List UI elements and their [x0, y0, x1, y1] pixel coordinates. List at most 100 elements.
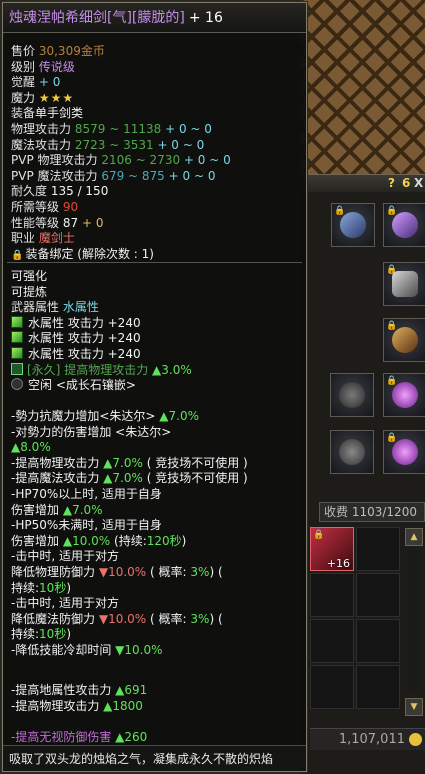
- phys-atk-value: 8579 ~ 11138: [74, 121, 162, 136]
- awaken-label: 觉醒: [11, 75, 36, 90]
- magic-stars: ★★★: [38, 90, 75, 105]
- inventory-slot[interactable]: [356, 573, 400, 617]
- price-label: 售价: [11, 44, 36, 58]
- effect-line: -HP50%未满时, 适用于自身: [11, 518, 162, 533]
- coin-icon: [409, 733, 422, 746]
- water-attack-line: 水属性 攻击力 +240: [28, 331, 141, 346]
- mag-atk-value: 2723 ~ 3531: [74, 137, 154, 152]
- equip-label: 装备: [11, 106, 36, 121]
- item-name: 烛魂涅帕希细剑[气][朦胧的]: [9, 10, 185, 26]
- pvp-mag-value: 679 ~ 875: [101, 168, 165, 183]
- divider: [7, 262, 302, 263]
- equip-slot-6[interactable]: [330, 373, 374, 417]
- bonus-line: -提高物理攻击力 ▲1800: [11, 698, 143, 713]
- effect-line: ▲8.0%: [11, 440, 51, 455]
- enhance-level: + 16: [188, 10, 223, 26]
- effect-line: -击中时, 适用于对方: [11, 596, 119, 611]
- phys-atk-bonus: + 0: [165, 121, 187, 136]
- inventory-slot[interactable]: [356, 665, 400, 709]
- perf-bonus: + 0: [81, 215, 104, 230]
- class-label: 职业: [11, 231, 36, 246]
- inventory-header: ? 6 X: [300, 174, 425, 192]
- equip-value: 单手剑类: [35, 106, 84, 121]
- equip-slot-5[interactable]: 🔒: [383, 373, 425, 417]
- durability-value: 135 / 150: [50, 184, 109, 199]
- effect-line: -勢力抗魔力增加<朱达尔> ▲7.0%: [11, 409, 199, 423]
- empty-socket-label: 空闲: [28, 378, 53, 393]
- pvp-phys-bonus: + 0: [183, 153, 206, 168]
- lock-count-badge[interactable]: 6: [402, 176, 410, 190]
- effect-line: -降低技能冷却时间 ▼10.0%: [11, 642, 163, 657]
- req-level-label: 所需等级: [11, 199, 60, 214]
- inventory-slot[interactable]: [356, 527, 400, 571]
- pvp-phys-value: 2106 ~ 2730: [101, 153, 181, 168]
- class-value: 魔剑士: [38, 231, 75, 246]
- effect-line: -提高物理攻击力 ▲7.0% ( 竞技场不可使用 ): [11, 455, 248, 470]
- mag-atk-bonus: + 0: [157, 137, 179, 152]
- equip-slot-7[interactable]: 🔒: [383, 430, 425, 474]
- perf-label: 性能等级: [11, 215, 60, 230]
- effects-list: -勢力抗魔力增加<朱达尔> ▲7.0% -对勢力的伤害增加 <朱达尔> ▲8.0…: [11, 409, 302, 659]
- permanent-tag: [永久]: [27, 362, 61, 377]
- close-icon[interactable]: X: [414, 176, 423, 190]
- effect-line: -提高魔法攻击力 ▲7.0% ( 竞技场不可使用 ): [11, 471, 248, 486]
- inventory-slot[interactable]: [356, 619, 400, 663]
- effect-line: 降低物理防御力 ▼10.0% ( 概率: 3%) (: [11, 564, 223, 579]
- partial-effect: -提高无视防御伤害 ▲260: [11, 730, 302, 746]
- perf-value: 87: [62, 215, 79, 230]
- weapon-attr-value: 水属性: [62, 300, 99, 315]
- stack-count: +16: [326, 557, 350, 570]
- pvp-phys-label: PVP 物理攻击力: [11, 153, 98, 168]
- inventory-slot[interactable]: [310, 573, 354, 617]
- inventory-slot-item[interactable]: 🔒 +16: [310, 527, 354, 571]
- effect-line: 伤害增加 ▲7.0%: [11, 502, 103, 517]
- effect-line: -HP70%以上时, 适用于自身: [11, 486, 162, 501]
- help-icon[interactable]: ?: [388, 176, 395, 190]
- permanent-text: 提高物理攻击力: [64, 362, 149, 377]
- grade-label: 级别: [11, 59, 36, 74]
- magic-label: 魔力: [11, 90, 36, 105]
- price-value: 30,309: [38, 44, 81, 58]
- base-stats: 售价 30,309金币 级别 传说级 觉醒 + 0 魔力 ★★★ 装备单手剑类 …: [11, 44, 302, 262]
- bonus-line: -提高地属性攻击力 ▲691: [11, 683, 148, 697]
- equip-slot-8[interactable]: [330, 430, 374, 474]
- permanent-buff-icon: [11, 362, 23, 375]
- equip-slot-1[interactable]: 🔒: [331, 203, 375, 247]
- pvp-mag-bonus-max: ~ 0: [194, 168, 216, 183]
- refine-flag: 可提炼: [11, 284, 48, 299]
- effect-line: 伤害增加 ▲10.0% (持续:120秒): [11, 533, 187, 548]
- water-attack-line: 水属性 攻击力 +240: [28, 315, 141, 330]
- req-level-value: 90: [62, 199, 79, 214]
- padlock-icon: 🔒: [11, 249, 24, 261]
- water-attack-line: 水属性 攻击力 +240: [28, 346, 141, 361]
- mag-atk-bonus-max: ~ 0: [182, 137, 205, 152]
- gold-display: 1,107,011: [310, 728, 425, 750]
- phys-atk-bonus-max: ~ 0: [190, 121, 212, 136]
- partial-effect-value: ▲260: [115, 730, 148, 744]
- scroll-down-button[interactable]: ▼: [405, 698, 423, 716]
- effect-line: 持续:10秒): [11, 627, 72, 642]
- water-gem-icon: [11, 315, 23, 328]
- partial-effect-text: -提高无视防御伤害: [11, 730, 112, 744]
- water-gem-icon: [11, 346, 23, 359]
- scroll-up-button[interactable]: ▲: [405, 528, 423, 546]
- equip-slot-2[interactable]: 🔒: [383, 203, 425, 247]
- lattice-wall: [300, 0, 425, 175]
- effect-line: 持续:10秒): [11, 580, 72, 595]
- bonus-stats: -提高地属性攻击力 ▲691 -提高物理攻击力 ▲1800: [11, 683, 302, 714]
- inventory-slot[interactable]: [310, 665, 354, 709]
- inventory-slot[interactable]: [310, 619, 354, 663]
- attribute-section: 可强化 可提炼 武器属性 水属性 水属性 攻击力 +240 水属性 攻击力 +2…: [11, 269, 302, 394]
- capacity-value: 1103/1200: [351, 505, 417, 519]
- mag-atk-label: 魔法攻击力: [11, 137, 72, 152]
- scrollbar-track[interactable]: [408, 550, 420, 690]
- item-tooltip: 烛魂涅帕希细剑[气][朦胧的] + 16 售价 30,309金币 级别 传说级 觉…: [1, 1, 308, 773]
- item-title: 烛魂涅帕希细剑[气][朦胧的] + 16: [3, 3, 306, 33]
- equip-slot-3[interactable]: 🔒: [383, 262, 425, 306]
- bind-status: 装备绑定 (解除次数 : 1): [25, 246, 154, 261]
- gold-amount: 1,107,011: [338, 732, 405, 747]
- equip-slot-4[interactable]: 🔒: [383, 318, 425, 362]
- price-unit: 金币: [80, 44, 105, 58]
- empty-socket-icon: [11, 378, 23, 391]
- permanent-value: ▲3.0%: [152, 362, 192, 377]
